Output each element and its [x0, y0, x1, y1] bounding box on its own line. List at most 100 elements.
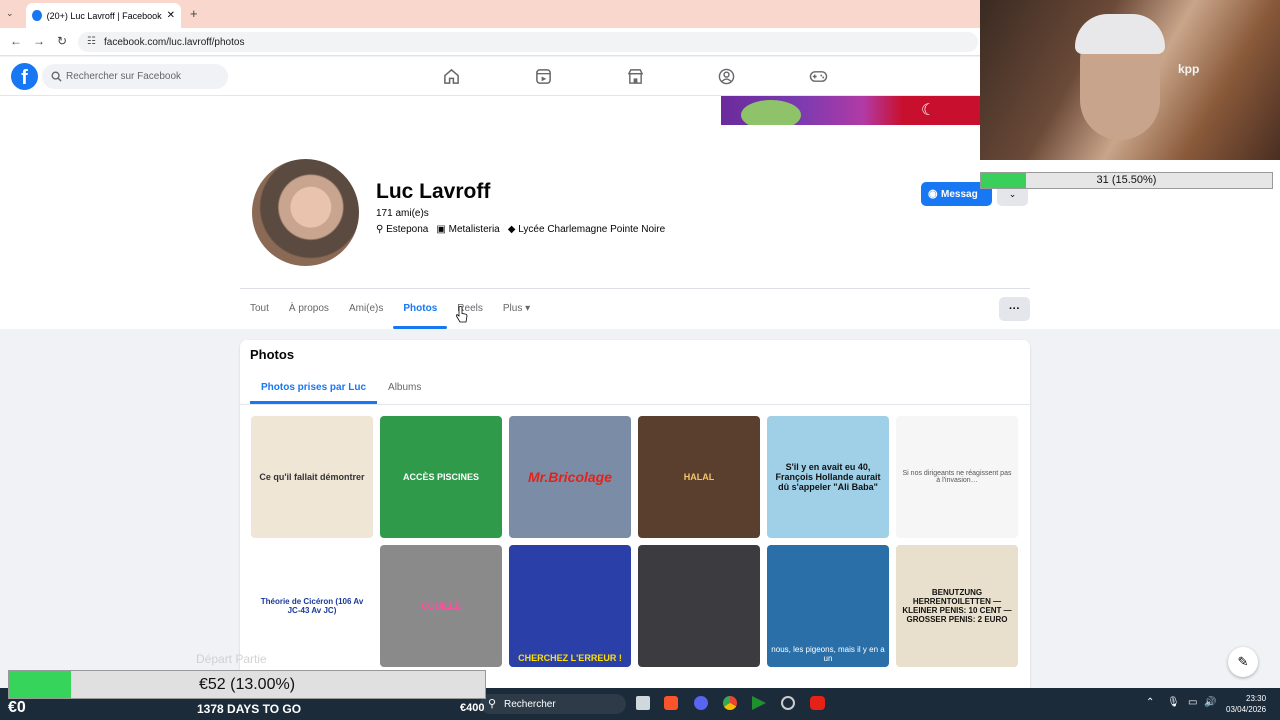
edit-icon: ✎: [1237, 654, 1249, 669]
profile-name: Luc Lavroff: [376, 180, 491, 203]
photo-caption: HALAL: [683, 472, 715, 482]
task-view-icon[interactable]: [636, 696, 650, 710]
photos-subtabs: Photos prises par Luc Albums: [250, 372, 432, 404]
photo-thumbnail[interactable]: COUILLE: [380, 545, 502, 667]
photo-caption: S'il y en avait eu 40, François Hollande…: [775, 462, 881, 492]
more-options-button[interactable]: ···: [999, 297, 1030, 321]
depart-label: Départ Partie: [196, 652, 267, 666]
reload-icon[interactable]: ↻: [57, 34, 67, 48]
profile-avatar[interactable]: [249, 156, 362, 269]
school-text: Lycée Charlemagne Pointe Noire: [518, 224, 666, 235]
photo-thumbnail[interactable]: [638, 545, 760, 667]
profile-icon[interactable]: [718, 68, 735, 85]
mouse-cursor-icon: [456, 306, 468, 323]
cover-photo[interactable]: ☾: [721, 96, 980, 125]
chrome-icon[interactable]: [723, 696, 737, 710]
obs-icon[interactable]: [781, 696, 795, 710]
photo-caption: CHERCHEZ L'ERREUR !: [518, 653, 622, 663]
friends-count[interactable]: 171 ami(e)s: [376, 208, 429, 219]
photo-caption: nous, les pigeons, mais il y en a un: [771, 645, 885, 663]
taskbar-search-label: Rechercher: [504, 698, 556, 710]
photo-thumbnail[interactable]: HALAL: [638, 416, 760, 538]
network-icon[interactable]: ▭: [1188, 697, 1197, 708]
marketplace-icon[interactable]: [627, 68, 644, 85]
messenger-icon: ◉: [928, 188, 938, 200]
photo-caption: Si nos dirigeants ne réagissent pas à l'…: [902, 470, 1012, 484]
photo-thumbnail[interactable]: Ce qu'il fallait démontrer: [251, 416, 373, 538]
tab-title: (20+) Luc Lavroff | Facebook: [46, 10, 162, 21]
webcam-text: kpp: [1178, 62, 1200, 76]
photo-thumbnail[interactable]: BENUTZUNG HERRENTOILETTEN — KLEINER PENI…: [896, 545, 1018, 667]
streamer-cap: [1075, 14, 1165, 54]
profile-tabs: Tout À propos Ami(e)s Photos Reels Plus …: [240, 288, 1030, 329]
photo-caption: ACCÈS PISCINES: [402, 472, 480, 482]
new-tab-button[interactable]: +: [190, 6, 198, 21]
photo-thumbnail[interactable]: nous, les pigeons, mais il y en a un: [767, 545, 889, 667]
profile-info: ⚲ Estepona ▣ Metalisteria ◆ Lycée Charle…: [376, 224, 665, 235]
work-item: ▣ Metalisteria: [436, 224, 499, 235]
message-label: Messag: [941, 188, 978, 200]
site-info-icon[interactable]: ☷: [87, 36, 96, 47]
money-badge: €400: [460, 702, 485, 714]
volume-icon[interactable]: 🔊: [1204, 697, 1216, 708]
brave-icon[interactable]: [664, 696, 678, 710]
photo-thumbnail[interactable]: S'il y en avait eu 40, François Hollande…: [767, 416, 889, 538]
close-tab-icon[interactable]: ✕: [167, 10, 175, 21]
school-item: ◆ Lycée Charlemagne Pointe Noire: [508, 224, 665, 235]
tray-chevron-icon[interactable]: ⌃: [1146, 697, 1154, 708]
tab-albums[interactable]: Albums: [377, 372, 432, 404]
tab-reels[interactable]: Reels: [447, 289, 493, 329]
taskbar-clock[interactable]: 23:30 03/04/2026: [1226, 693, 1266, 715]
back-icon[interactable]: ←: [10, 34, 22, 48]
photo-caption: BENUTZUNG HERRENTOILETTEN — KLEINER PENI…: [902, 588, 1012, 624]
clock-date: 03/04/2026: [1226, 705, 1267, 714]
gaming-icon[interactable]: [809, 68, 828, 85]
photo-caption: Ce qu'il fallait démontrer: [259, 472, 365, 482]
tab-tout[interactable]: Tout: [240, 289, 279, 329]
photo-thumbnail[interactable]: Mr.Bricolage: [509, 416, 631, 538]
tab-list-icon[interactable]: ⌄: [6, 8, 18, 20]
youtube-icon[interactable]: [810, 696, 825, 710]
url-text: facebook.com/luc.lavroff/photos: [104, 36, 245, 48]
home-icon[interactable]: [443, 68, 460, 85]
tab-a-propos[interactable]: À propos: [279, 289, 339, 329]
photo-caption: COUILLE: [421, 601, 461, 611]
photos-title: Photos: [250, 347, 295, 362]
photo-thumbnail[interactable]: CHERCHEZ L'ERREUR !: [509, 545, 631, 667]
reels-icon[interactable]: [535, 68, 552, 85]
work-text: Metalisteria: [448, 224, 500, 235]
forward-icon[interactable]: →: [33, 34, 45, 48]
taskbar-search[interactable]: ⚲ Rechercher: [480, 694, 626, 714]
days-to-go: 1378 DAYS TO GO: [197, 702, 302, 716]
discord-icon[interactable]: [694, 696, 708, 710]
browser-tab[interactable]: (20+) Luc Lavroff | Facebook ✕: [26, 3, 181, 28]
photo-thumbnail[interactable]: ACCÈS PISCINES: [380, 416, 502, 538]
goal-bar-big-text: €52 (13.00%): [198, 676, 296, 693]
facebook-favicon-icon: [32, 10, 42, 21]
start-amount: €0: [8, 699, 26, 716]
crescent-icon: ☾: [921, 102, 936, 119]
location-pin-icon: ⚲: [376, 224, 384, 235]
search-icon: [51, 71, 62, 82]
location-text: Estepona: [386, 224, 429, 235]
tab-plus[interactable]: Plus ▾: [493, 289, 540, 329]
address-bar[interactable]: ☷ facebook.com/luc.lavroff/photos: [78, 32, 978, 52]
tab-photos-by-luc[interactable]: Photos prises par Luc: [250, 372, 378, 404]
tab-photos[interactable]: Photos: [393, 289, 448, 329]
goal-bar-small-text: 31 (15.50%): [1096, 174, 1157, 186]
briefcase-icon: ▣: [436, 224, 446, 235]
photo-caption: Théorie de Cicéron (106 Av JC-43 Av JC): [260, 597, 364, 615]
facebook-logo-icon[interactable]: f: [11, 63, 38, 90]
clock-time: 23:30: [1246, 694, 1267, 703]
facebook-search-input[interactable]: Rechercher sur Facebook: [42, 64, 228, 89]
photo-thumbnail[interactable]: Si nos dirigeants ne réagissent pas à l'…: [896, 416, 1018, 538]
photo-caption: Mr.Bricolage: [527, 469, 613, 485]
subtabs-divider: [240, 404, 1030, 405]
search-placeholder: Rechercher sur Facebook: [66, 71, 182, 82]
school-icon: ◆: [507, 224, 516, 235]
location-item: ⚲ Estepona: [376, 224, 428, 235]
compose-button[interactable]: ✎: [1228, 647, 1258, 677]
photo-thumbnail[interactable]: Théorie de Cicéron (106 Av JC-43 Av JC): [251, 545, 373, 667]
microphone-icon[interactable]: 🎙: [1167, 697, 1180, 708]
tab-amis[interactable]: Ami(e)s: [339, 289, 393, 329]
